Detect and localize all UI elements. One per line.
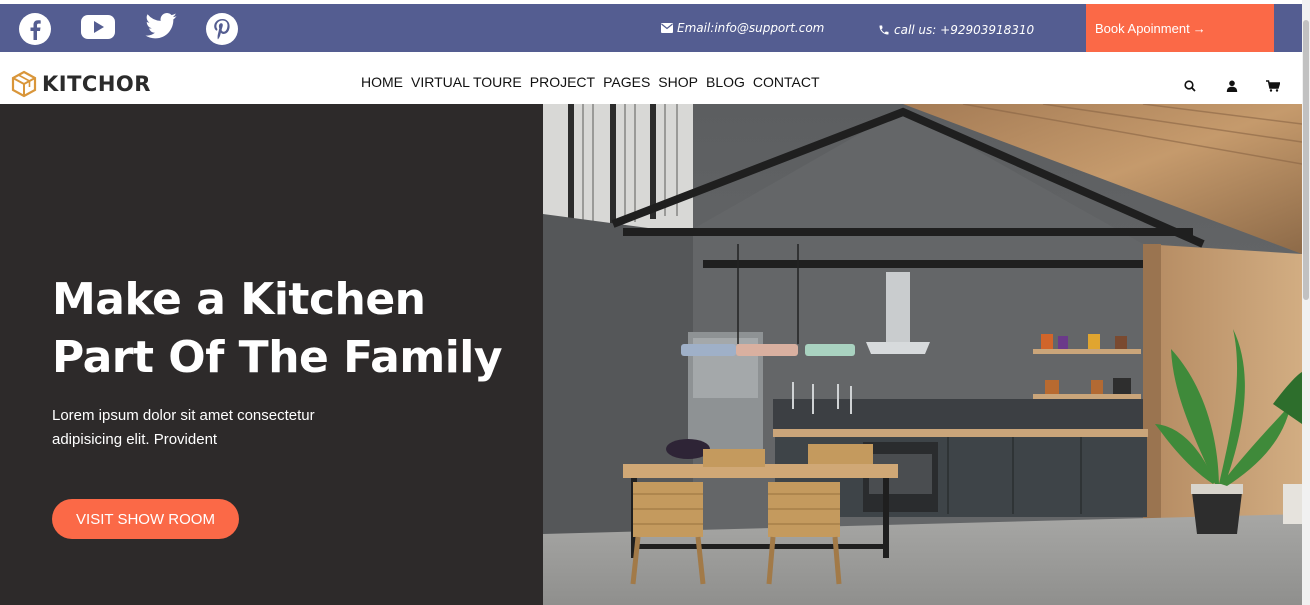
email-text: Email:info@support.com (677, 21, 825, 35)
hero-subtitle: Lorem ipsum dolor sit amet consectetur a… (52, 407, 315, 448)
hero-kitchen-image (543, 104, 1302, 605)
cart-icon[interactable] (1265, 78, 1281, 94)
envelope-icon (661, 23, 673, 33)
phone-contact[interactable]: call us: +92903918310 (878, 6, 1034, 54)
pinterest-icon[interactable] (205, 12, 239, 46)
search-icon[interactable] (1182, 78, 1198, 94)
nav-item-blog[interactable]: BLOG (706, 74, 745, 90)
visit-showroom-button[interactable]: VISIT SHOW ROOM (52, 499, 239, 539)
nav-item-contact[interactable]: CONTACT (753, 74, 820, 90)
nav-item-home[interactable]: HOME (361, 74, 403, 90)
nav-item-project[interactable]: PROJECT (530, 74, 595, 90)
logo-text: KITCHOR (42, 72, 151, 96)
book-appointment-label: Book Apoinment (1095, 20, 1190, 36)
scrollbar-thumb[interactable] (1303, 20, 1309, 300)
nav-menu: HOME VIRTUAL TOURE PROJECT PAGES SHOP BL… (361, 52, 820, 112)
logo-cube-icon (11, 70, 37, 98)
user-icon[interactable] (1224, 78, 1240, 94)
phone-icon (879, 25, 889, 35)
book-appointment-button[interactable]: Book Apoinment → (1086, 4, 1274, 52)
hero-section: Make a Kitchen Part Of The Family Lorem … (0, 104, 543, 605)
nav-item-pages[interactable]: PAGES (603, 74, 650, 90)
phone-text: call us: +92903918310 (894, 23, 1035, 37)
top-bar: Email:info@support.com call us: +9290391… (0, 4, 1302, 52)
email-contact[interactable]: Email:info@support.com (661, 4, 824, 52)
twitter-icon[interactable] (144, 12, 178, 42)
main-navbar: KITCHOR HOME VIRTUAL TOURE PROJECT PAGES… (0, 52, 1302, 104)
nav-item-shop[interactable]: SHOP (658, 74, 698, 90)
hero-title: Make a Kitchen Part Of The Family (52, 274, 503, 383)
facebook-icon[interactable] (18, 12, 52, 46)
logo[interactable]: KITCHOR (10, 70, 151, 98)
nav-item-virtual-toure[interactable]: VIRTUAL TOURE (411, 74, 522, 90)
arrow-right-icon: → (1192, 20, 1206, 36)
youtube-icon[interactable] (80, 12, 116, 42)
